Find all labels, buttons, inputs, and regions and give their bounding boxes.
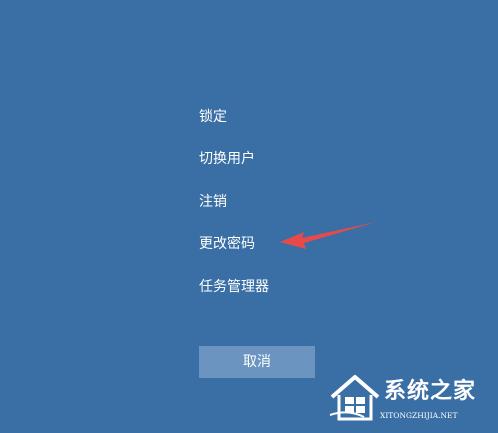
cancel-button[interactable]: 取消 [199,346,315,378]
red-arrow-icon [280,222,376,249]
watermark-subtitle: XITONGZHIJIA.NET [380,411,458,420]
menu-item-lock[interactable]: 锁定 [199,108,227,126]
menu-item-switch-user[interactable]: 切换用户 [199,150,255,168]
menu-item-change-password[interactable]: 更改密码 [199,235,255,253]
security-options-screen: 锁定 切换用户 注销 更改密码 任务管理器 取消 系统之家 XITONGZHIJ… [0,0,498,433]
menu-item-task-manager[interactable]: 任务管理器 [199,278,269,296]
menu-item-sign-out[interactable]: 注销 [199,193,227,211]
house-logo-icon [329,375,380,421]
watermark: 系统之家 XITONGZHIJIA.NET [318,371,498,433]
watermark-title: 系统之家 [384,379,477,404]
